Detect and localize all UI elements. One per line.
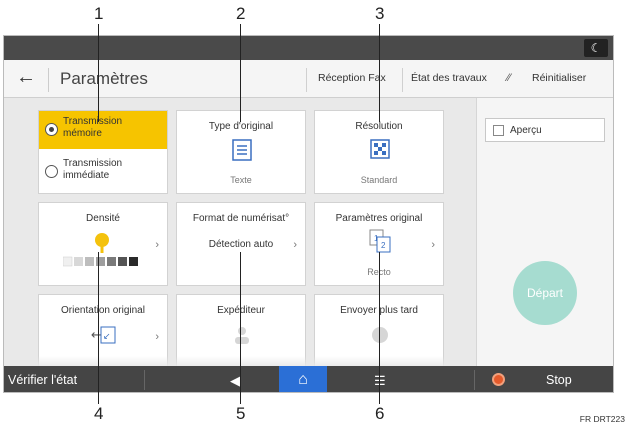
single-sided-page-icon: 1 2 [369, 229, 391, 253]
chevron-right-icon: › [293, 239, 297, 251]
device-screen: ☾ ← Paramètres Réception Fax État des tr… [3, 35, 614, 393]
callout-number-5: 5 [236, 404, 246, 423]
check-status-button[interactable]: Vérifier l'état [8, 373, 77, 387]
svg-text:2: 2 [381, 241, 386, 250]
radio-button-icon [45, 165, 58, 178]
density-tile[interactable]: Densité › [38, 202, 168, 286]
tile-value: Texte [230, 175, 252, 185]
callout-number-1: 1 [94, 4, 104, 23]
home-icon: ⌂ [298, 371, 308, 388]
callout-line-1 [98, 24, 99, 122]
fax-reception-link[interactable]: Réception Fax [318, 72, 386, 84]
density-level-icon [63, 233, 138, 267]
transmission-mode-tile: Transmission mémoire Transmission immédi… [38, 110, 168, 194]
tile-title: Expéditeur [217, 305, 265, 316]
bottom-bar: Vérifier l'état ◀ ⌂ ☰ Stop [4, 366, 613, 392]
stop-button[interactable]: Stop [546, 373, 572, 387]
status-bar: ☾ [4, 36, 613, 60]
callout-number-4: 4 [94, 404, 104, 423]
radio-immediate-transmission[interactable]: Transmission immédiate [39, 153, 167, 191]
callout-number-6: 6 [375, 404, 385, 423]
preview-checkbox[interactable]: Aperçu [485, 118, 605, 142]
back-arrow-icon[interactable]: ← [16, 66, 36, 89]
document-lines-icon [232, 139, 252, 161]
divider [306, 68, 307, 92]
job-status-link[interactable]: État des travaux [411, 72, 487, 84]
divider [144, 370, 145, 390]
header-bar: ← Paramètres Réception Fax État des trav… [4, 60, 613, 98]
tile-value: Détection auto [208, 239, 274, 250]
tile-title: Résolution [355, 121, 403, 132]
resolution-grid-icon [370, 139, 390, 159]
divider [474, 370, 475, 390]
back-nav-icon[interactable]: ◀ [230, 373, 240, 389]
callout-line-5 [240, 252, 241, 404]
tile-title: Densité [86, 213, 120, 224]
tile-title: Format de numérisat° [192, 213, 290, 224]
radio-button-icon [45, 123, 58, 136]
page-title: Paramètres [60, 69, 148, 88]
clock-icon [372, 327, 388, 343]
scan-size-tile[interactable]: Format de numérisat° Détection auto › [176, 202, 306, 286]
tile-title: Paramètres original [335, 213, 423, 224]
callout-number-2: 2 [236, 4, 246, 23]
callout-line-6 [379, 252, 380, 404]
chevron-right-icon: › [155, 331, 159, 343]
chevron-right-icon: › [155, 239, 159, 251]
divider [402, 68, 403, 92]
svg-text:←: ← [91, 328, 102, 343]
reset-icon: ⁄⁄ [507, 72, 511, 84]
divider [48, 68, 49, 92]
tile-title: Type d'original [208, 121, 274, 132]
resolution-tile[interactable]: Résolution Standard [314, 110, 444, 194]
start-button[interactable]: Départ [513, 261, 577, 325]
moon-icon: ☾ [590, 41, 602, 55]
night-mode-button[interactable]: ☾ [584, 39, 608, 57]
svg-text:↙: ↙ [103, 332, 111, 342]
stop-icon [492, 373, 505, 386]
figure-code: FR DRT223 [579, 414, 625, 424]
home-button[interactable]: ⌂ [279, 366, 327, 392]
callout-line-3 [379, 24, 380, 122]
callout-number-3: 3 [375, 4, 385, 23]
right-panel: Aperçu Départ [476, 98, 613, 366]
tile-value: Standard [360, 175, 398, 185]
person-icon [235, 327, 249, 344]
radio-memory-transmission[interactable]: Transmission mémoire [39, 111, 167, 149]
tile-title: Orientation original [61, 305, 145, 316]
preview-label: Aperçu [510, 125, 542, 136]
radio-label: Transmission immédiate [63, 158, 123, 181]
checkbox-icon [493, 125, 504, 136]
chevron-right-icon: › [431, 239, 435, 251]
callout-line-4 [98, 252, 99, 404]
original-type-tile[interactable]: Type d'original Texte [176, 110, 306, 194]
callout-line-2 [240, 24, 241, 122]
orientation-icon: ← ↙ [91, 326, 116, 344]
reset-link[interactable]: Réinitialiser [532, 72, 586, 84]
